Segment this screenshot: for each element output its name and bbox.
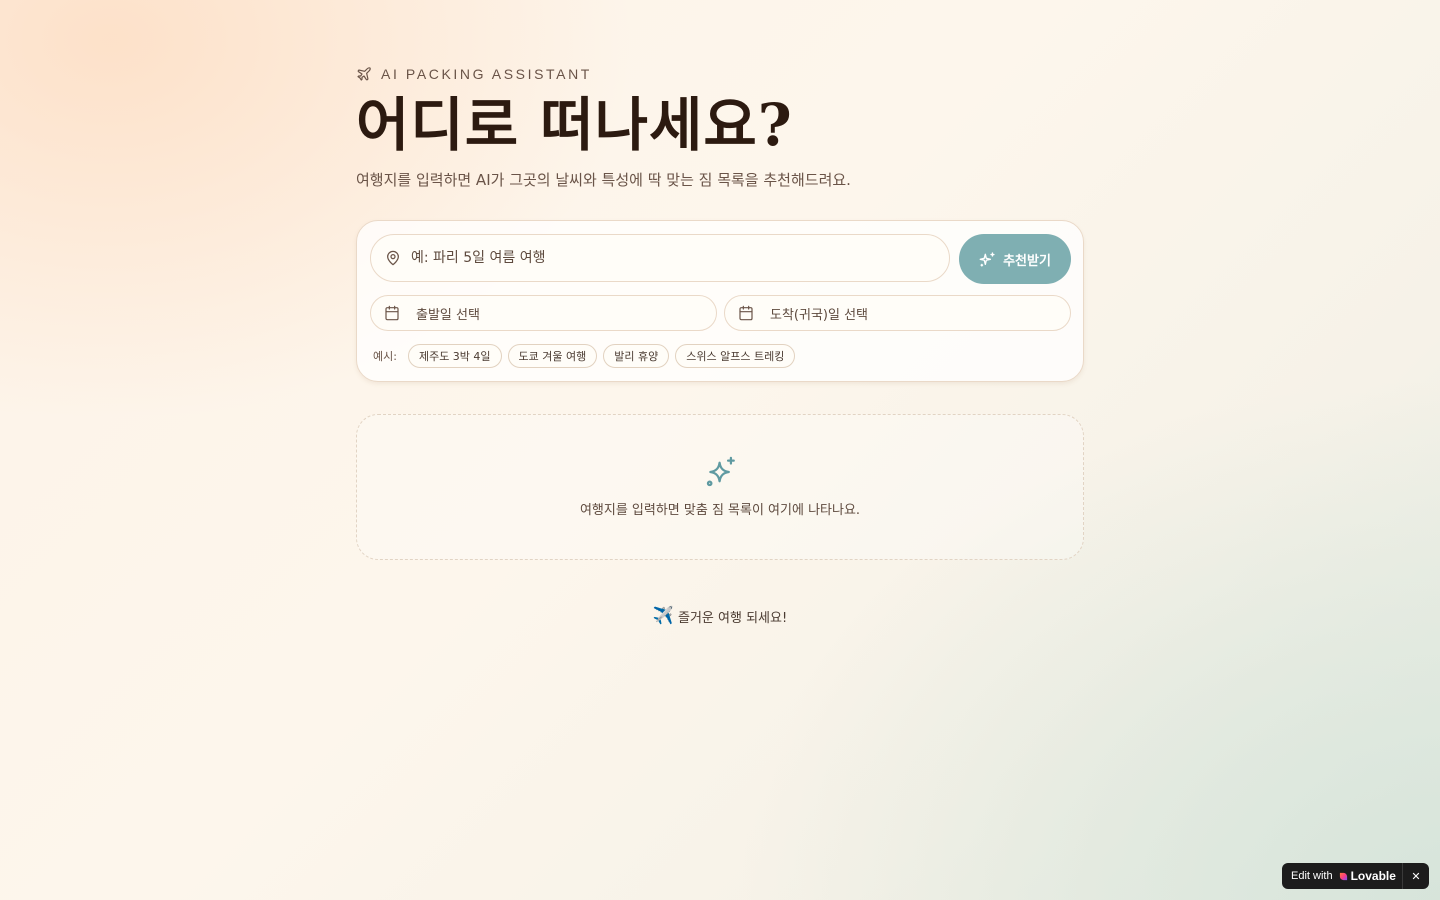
examples-label: 예시: [373,350,397,363]
calendar-icon [738,305,754,321]
eyebrow-text: AI PACKING ASSISTANT [381,66,592,82]
badge-edit-label: Edit with [1291,870,1333,882]
example-chip-tokyo[interactable]: 도쿄 겨울 여행 [507,344,598,368]
search-card: 추천받기 출발일 선택 도착(귀국)일 선택 예시: 제주도 3박 4 [356,220,1084,382]
footer-message: 즐거운 여행 되세요! [678,610,788,626]
example-chip-jeju[interactable]: 제주도 3박 4일 [407,344,502,368]
empty-state-message: 여행지를 입력하면 맞춤 짐 목록이 여기에 나타나요. [579,503,861,518]
sparkles-icon [979,251,996,268]
footer: ✈️ 즐거운 여행 되세요! [356,606,1084,626]
page-title: 어디로 떠나세요? [356,91,793,159]
return-date-picker[interactable]: 도착(귀국)일 선택 [724,295,1071,331]
edit-with-lovable-badge[interactable]: Edit with Lovable ✕ [1282,863,1429,889]
return-date-label: 도착(귀국)일 선택 [770,307,868,323]
sparkles-icon [704,455,738,489]
empty-state-card: 여행지를 입력하면 맞춤 짐 목록이 여기에 나타나요. [356,414,1084,560]
example-chips: 예시: 제주도 3박 4일 도쿄 겨울 여행 발리 휴양 스위스 알프스 트레킹 [373,343,796,369]
plane-icon [356,66,372,82]
lovable-logo-icon [1339,872,1348,881]
example-chip-swiss[interactable]: 스위스 알프스 트레킹 [675,344,796,368]
destination-field[interactable] [370,234,950,282]
example-chip-bali[interactable]: 발리 휴양 [603,344,670,368]
badge-close-button[interactable]: ✕ [1402,863,1429,889]
airplane-emoji-icon: ✈️ [652,606,674,626]
map-pin-icon [385,250,401,266]
recommend-label: 추천받기 [1003,253,1051,269]
destination-input[interactable] [409,249,933,267]
page-subtitle: 여행지를 입력하면 AI가 그곳의 날씨와 특성에 딱 맞는 짐 목록을 추천해… [356,171,851,189]
badge-brand: Lovable [1350,869,1396,883]
recommend-button[interactable]: 추천받기 [959,234,1071,284]
departure-date-picker[interactable]: 출발일 선택 [370,295,717,331]
departure-date-label: 출발일 선택 [416,307,480,323]
calendar-icon [384,305,400,321]
eyebrow: AI PACKING ASSISTANT [356,64,592,84]
